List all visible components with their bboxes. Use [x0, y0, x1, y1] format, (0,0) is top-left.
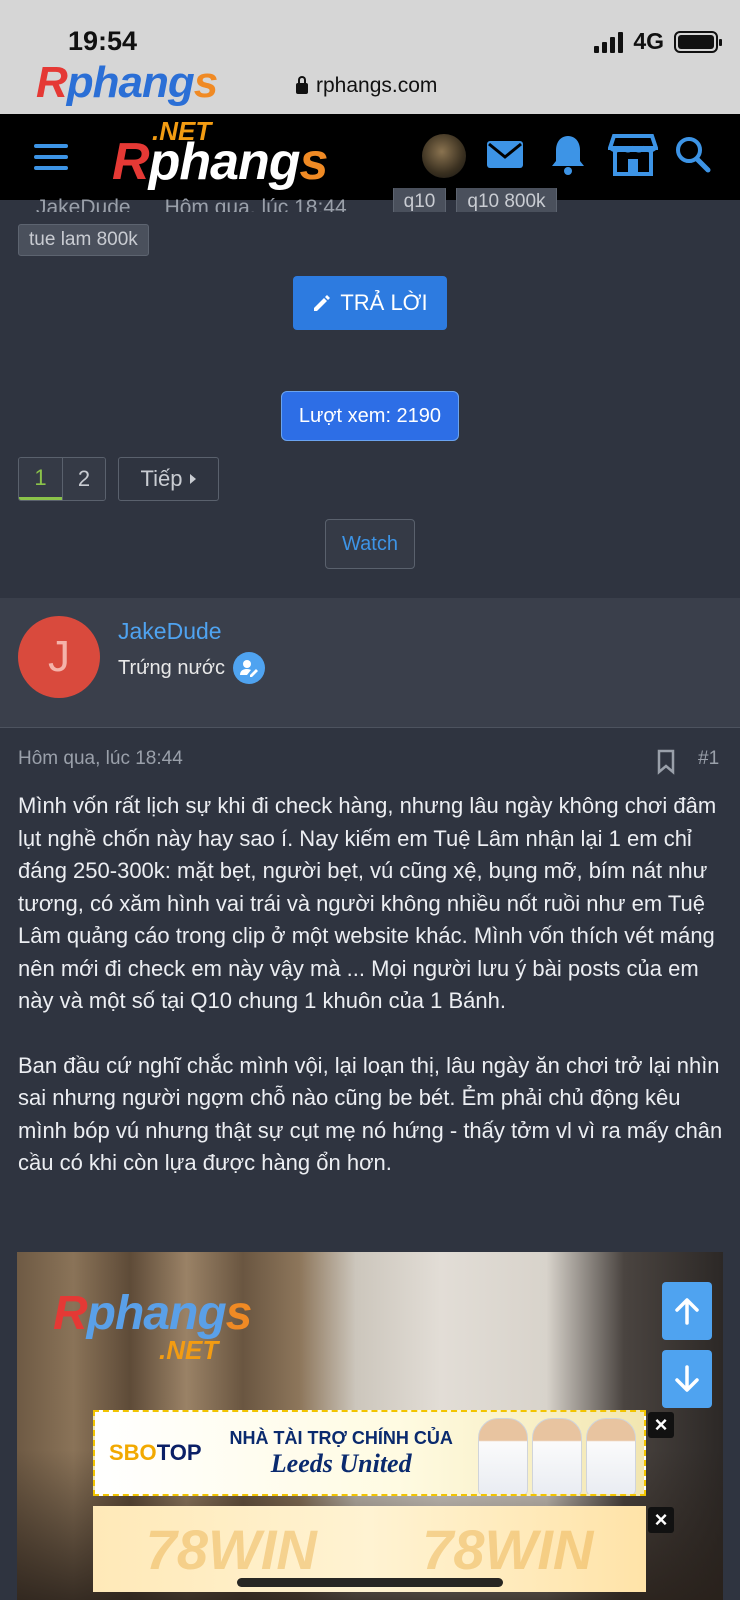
post-date[interactable]: Hôm qua, lúc 18:44 — [18, 748, 183, 770]
post-paragraph: Ban đầu cứ nghĩ chắc mình vội, lại loạn … — [18, 1052, 723, 1176]
views-counter: Lượt xem: 2190 — [281, 391, 459, 441]
tag-q10[interactable]: q10 — [392, 188, 447, 212]
watch-button[interactable]: Watch — [325, 519, 415, 569]
thread-tags: tue lam 800k — [18, 224, 149, 256]
search-icon[interactable] — [673, 132, 713, 176]
78win-logo: 78WIN — [422, 1517, 594, 1581]
next-page-button[interactable]: Tiếp — [118, 457, 219, 501]
browser-site-logo: Rphangs — [36, 58, 218, 107]
page-1-link[interactable]: 1 — [19, 458, 62, 500]
user-title: Trứng nước — [118, 652, 265, 684]
pencil-icon — [314, 295, 331, 311]
sbotop-logo: SBOTOP — [109, 1440, 202, 1465]
image-watermark: Rphangs .NET — [53, 1287, 252, 1365]
store-icon[interactable] — [608, 132, 658, 178]
sponsor-text: NHÀ TÀI TRỢ CHÍNH CỦA Leeds United — [229, 1427, 453, 1478]
user-edit-badge-icon — [232, 652, 265, 684]
site-logo[interactable]: .NET Rphangs — [112, 116, 362, 198]
page-2-link[interactable]: 2 — [62, 458, 105, 500]
bookmark-icon[interactable] — [656, 749, 676, 775]
url-text: rphangs.com — [316, 74, 438, 97]
scroll-bottom-button[interactable] — [662, 1350, 712, 1408]
network-label: 4G — [633, 28, 664, 54]
post-body: Mình vốn rất lịch sự khi đi check hàng, … — [18, 790, 728, 1180]
account-avatar[interactable] — [422, 134, 466, 178]
avatar[interactable]: J — [18, 616, 100, 698]
reply-label: TRẢ LỜI — [340, 290, 428, 315]
players-image — [478, 1418, 636, 1494]
close-ad-icon[interactable]: × — [648, 1507, 674, 1533]
arrow-up-icon — [675, 1298, 699, 1325]
menu-icon[interactable] — [34, 144, 68, 170]
thread-meta: JakeDude Hôm qua, lúc 18:44 q10 q10 800k — [18, 188, 557, 212]
status-indicators: 4G — [594, 28, 722, 55]
browser-chrome: 19:54 4G Rphangs rphangs.com — [0, 0, 740, 114]
thread-date: Hôm qua, lúc 18:44 — [164, 196, 347, 212]
status-time: 19:54 — [68, 26, 138, 56]
bell-icon[interactable] — [549, 132, 587, 178]
scroll-top-button[interactable] — [662, 1282, 712, 1340]
tag-tue-lam-800k[interactable]: tue lam 800k — [18, 224, 149, 256]
lock-icon — [296, 75, 308, 94]
post-number[interactable]: #1 — [698, 748, 719, 770]
sponsor-banner-sbotop[interactable]: SBOTOP NHÀ TÀI TRỢ CHÍNH CỦA Leeds Unite… — [93, 1410, 646, 1496]
post-paragraph: Mình vốn rất lịch sự khi đi check hàng, … — [18, 793, 717, 1013]
post-user-block: J JakeDude Trứng nước — [0, 598, 740, 728]
arrow-down-icon — [675, 1365, 699, 1392]
caret-right-icon — [190, 474, 197, 484]
reply-button[interactable]: TRẢ LỜI — [293, 276, 447, 330]
78win-logo: 78WIN — [145, 1517, 317, 1581]
battery-icon — [674, 30, 722, 53]
mail-icon[interactable] — [485, 132, 525, 176]
address-bar[interactable]: rphangs.com — [296, 74, 437, 98]
next-label: Tiếp — [140, 466, 183, 491]
pagination: 1 2 Tiếp — [18, 457, 219, 501]
post-username[interactable]: JakeDude — [118, 618, 222, 645]
thread-author-link[interactable]: JakeDude — [36, 196, 131, 212]
tag-q10-800k[interactable]: q10 800k — [456, 188, 557, 212]
home-indicator[interactable] — [237, 1578, 503, 1587]
user-title-text: Trứng nước — [118, 656, 225, 679]
page-numbers: 1 2 — [18, 457, 106, 501]
close-ad-icon[interactable]: × — [648, 1412, 674, 1438]
signal-icon — [594, 31, 624, 53]
